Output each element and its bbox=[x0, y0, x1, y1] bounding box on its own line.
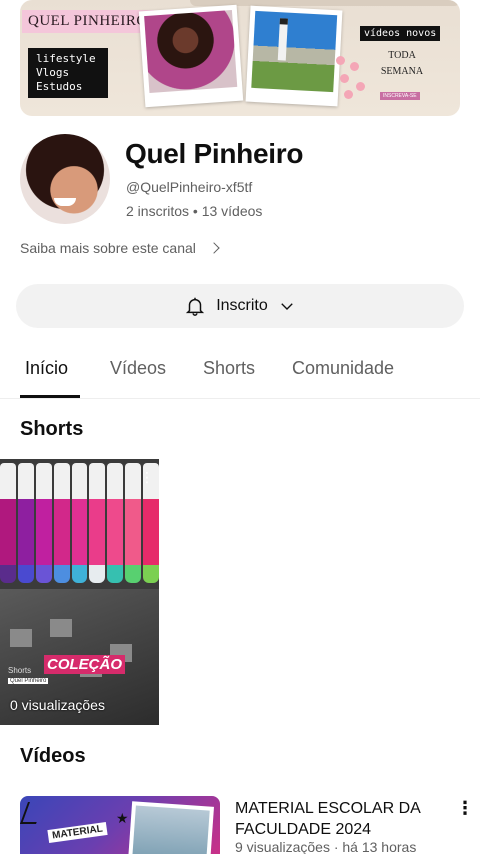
banner-flowers bbox=[332, 52, 372, 102]
thumbnail-label: MATERIAL bbox=[47, 821, 108, 844]
videos-section-title: Vídeos bbox=[20, 745, 86, 767]
about-channel-link[interactable]: Saiba mais sobre este canal bbox=[20, 238, 220, 258]
tab-shorts[interactable]: Shorts bbox=[203, 358, 255, 379]
about-channel-label: Saiba mais sobre este canal bbox=[20, 240, 196, 256]
tab-videos[interactable]: Vídeos bbox=[110, 358, 166, 379]
bolt-icon bbox=[20, 802, 45, 824]
avatar[interactable] bbox=[20, 134, 110, 224]
short-owner: Quel Pinheiro bbox=[8, 678, 49, 684]
short-views: 0 visualizações bbox=[10, 697, 105, 713]
more-vert-icon[interactable]: ⋮ bbox=[456, 798, 474, 819]
channel-name: Quel Pinheiro bbox=[125, 138, 304, 169]
subscribed-button[interactable]: Inscrito bbox=[16, 284, 464, 328]
banner-tag: Estudos bbox=[36, 80, 83, 93]
short-channel-tag: Shorts bbox=[8, 666, 32, 675]
channel-stats: 2 inscritos • 13 vídeos bbox=[126, 203, 263, 219]
chevron-down-icon bbox=[281, 303, 293, 310]
video-thumbnail[interactable]: MATERIAL ★ bbox=[20, 796, 220, 854]
thumbnail-photo bbox=[128, 801, 214, 854]
short-card[interactable]: ⋮ COLEÇÃO Shorts Quel Pinheiro 0 visuali… bbox=[0, 459, 159, 725]
more-vert-icon[interactable]: ⋮ bbox=[140, 469, 154, 486]
channel-handle: @QuelPinheiro-xf5tf bbox=[126, 179, 253, 195]
video-meta: 9 visualizações · há 13 horas bbox=[235, 839, 417, 854]
bell-icon bbox=[186, 297, 205, 316]
banner-weekly: TODA SEMANA bbox=[380, 48, 424, 80]
banner-weekly-line: SEMANA bbox=[380, 66, 424, 77]
channel-banner: QUEL PINHEIRO lifestyle Vlogs Estudos ví… bbox=[20, 0, 460, 116]
banner-tags: lifestyle Vlogs Estudos bbox=[28, 48, 108, 98]
banner-tag: Vlogs bbox=[36, 66, 70, 79]
shorts-section-title: Shorts bbox=[20, 418, 84, 440]
video-title[interactable]: MATERIAL ESCOLAR DA FACULDADE 2024 bbox=[235, 798, 435, 840]
banner-photo-lighthouse bbox=[245, 5, 343, 107]
banner-weekly-line: TODA bbox=[388, 50, 416, 61]
banner-tag: lifestyle bbox=[36, 52, 96, 65]
tab-home[interactable]: Início bbox=[25, 358, 68, 379]
star-icon: ★ bbox=[116, 810, 129, 826]
chevron-right-icon bbox=[208, 242, 220, 254]
subscribed-label: Inscrito bbox=[216, 297, 268, 314]
short-thumbnail bbox=[0, 459, 159, 594]
banner-photo-portrait bbox=[138, 4, 244, 108]
channel-tabs: Início Vídeos Shorts Comunidade bbox=[0, 350, 480, 398]
short-overlay-text: COLEÇÃO bbox=[44, 655, 125, 674]
banner-brand: QUEL PINHEIRO bbox=[22, 10, 154, 33]
tab-community[interactable]: Comunidade bbox=[292, 358, 394, 379]
banner-new-videos: vídeos novos bbox=[360, 26, 441, 41]
tabs-divider bbox=[0, 398, 480, 399]
banner-subscribe-tag: INSCREVA-SE bbox=[380, 92, 420, 100]
